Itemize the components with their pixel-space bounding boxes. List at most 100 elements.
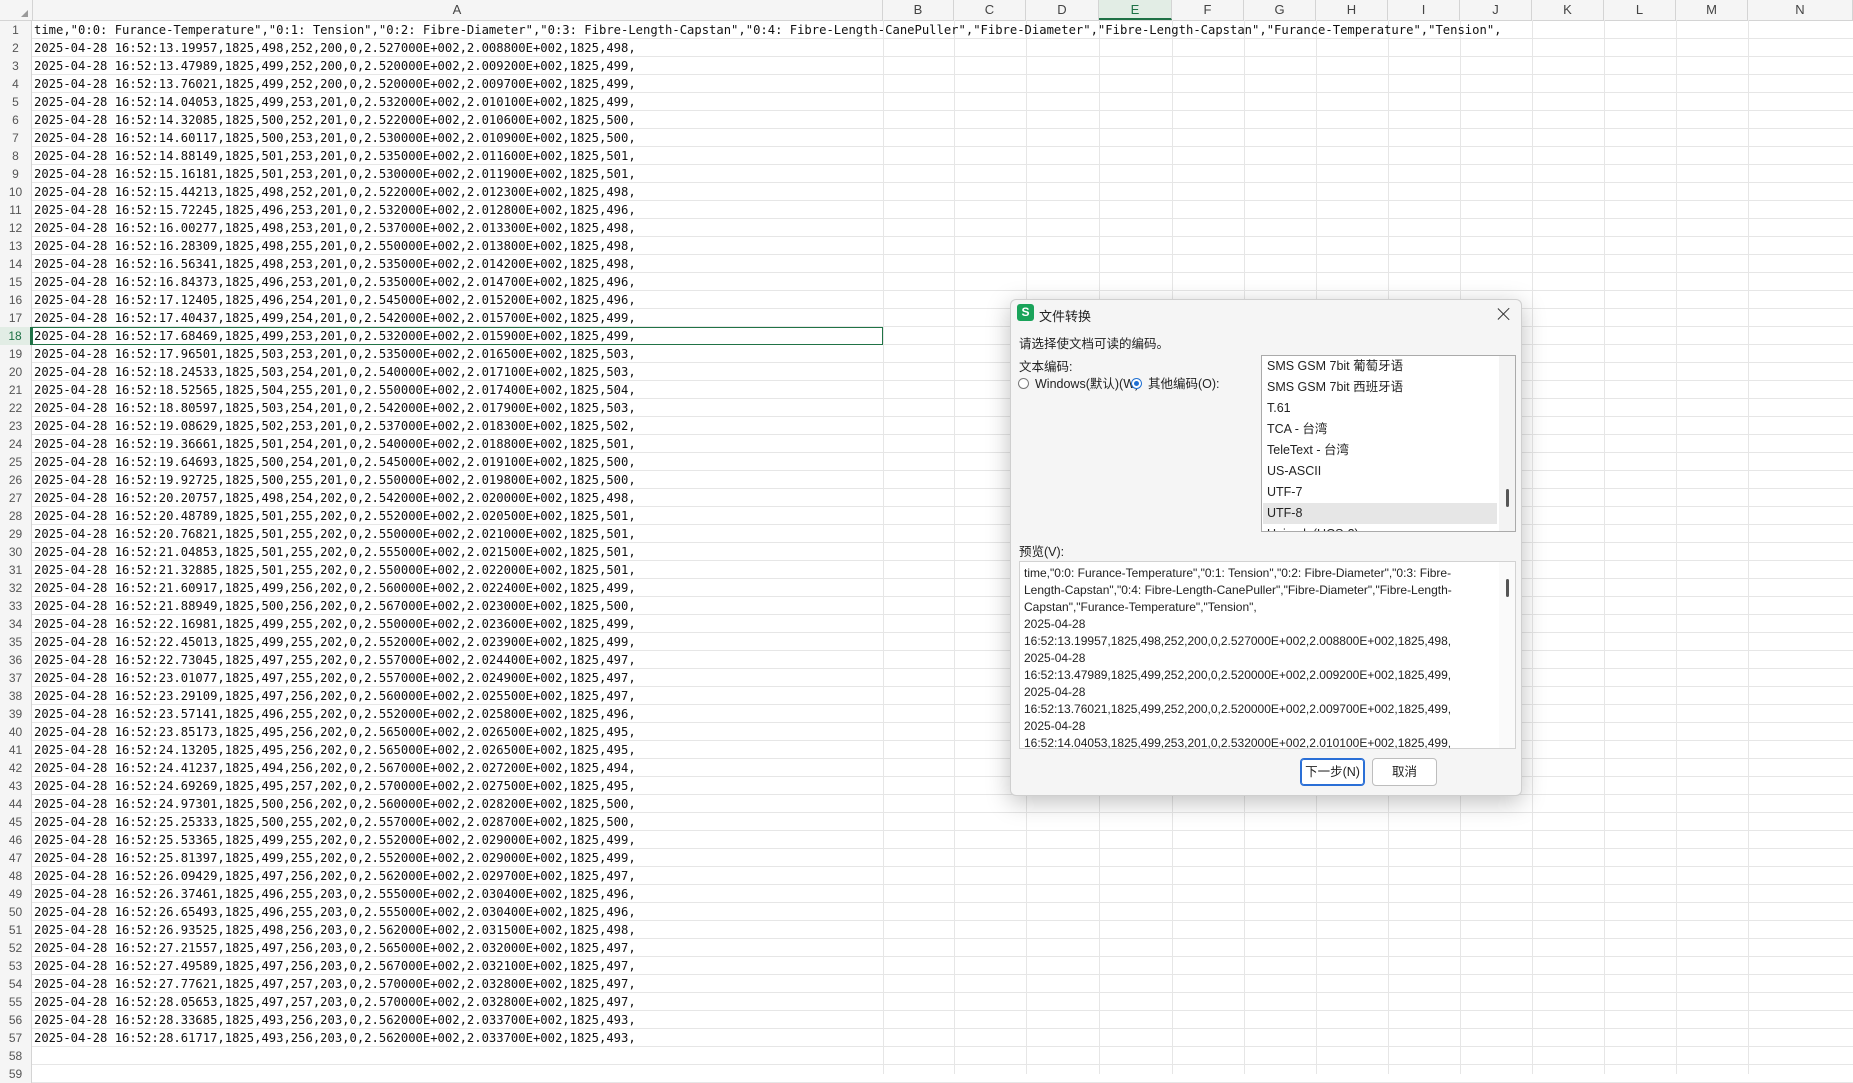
row-header[interactable]: 22 [0, 399, 32, 417]
row-header[interactable]: 10 [0, 183, 32, 201]
cell-a[interactable]: 2025-04-28 16:52:22.73045,1825,497,255,2… [34, 651, 636, 669]
cell-a[interactable]: 2025-04-28 16:52:18.24533,1825,503,254,2… [34, 363, 636, 381]
row-header[interactable]: 58 [0, 1047, 32, 1065]
row-header[interactable]: 55 [0, 993, 32, 1011]
cell-a[interactable]: 2025-04-28 16:52:28.61717,1825,493,256,2… [34, 1029, 636, 1047]
row-header[interactable]: 21 [0, 381, 32, 399]
cell-a[interactable]: 2025-04-28 16:52:16.00277,1825,498,253,2… [34, 219, 636, 237]
row-header[interactable]: 23 [0, 417, 32, 435]
row-header[interactable]: 12 [0, 219, 32, 237]
cell-a[interactable]: time,"0:0: Furance-Temperature","0:1: Te… [34, 21, 1502, 39]
row-header[interactable]: 40 [0, 723, 32, 741]
row-header[interactable]: 43 [0, 777, 32, 795]
row-header[interactable]: 36 [0, 651, 32, 669]
row-header[interactable]: 37 [0, 669, 32, 687]
cell-a[interactable]: 2025-04-28 16:52:27.21557,1825,497,256,2… [34, 939, 636, 957]
cell-a[interactable]: 2025-04-28 16:52:27.77621,1825,497,257,2… [34, 975, 636, 993]
row-header[interactable]: 15 [0, 273, 32, 291]
row-header[interactable]: 57 [0, 1029, 32, 1047]
cell-a[interactable]: 2025-04-28 16:52:14.32085,1825,500,252,2… [34, 111, 636, 129]
column-header-a[interactable]: A [32, 0, 883, 20]
row-header[interactable]: 49 [0, 885, 32, 903]
encoding-list-item[interactable]: UTF-7 [1263, 482, 1497, 503]
cell-a[interactable]: 2025-04-28 16:52:23.85173,1825,495,256,2… [34, 723, 636, 741]
row-header[interactable]: 6 [0, 111, 32, 129]
encoding-list[interactable]: SMS GSM 7bit 葡萄牙语 SMS GSM 7bit 西班牙语 T.61 TC… [1261, 355, 1516, 532]
row-header[interactable]: 28 [0, 507, 32, 525]
cell-a[interactable]: 2025-04-28 16:52:14.88149,1825,501,253,2… [34, 147, 636, 165]
row-header[interactable]: 26 [0, 471, 32, 489]
cell-a[interactable]: 2025-04-28 16:52:15.44213,1825,498,252,2… [34, 183, 636, 201]
cell-a[interactable]: 2025-04-28 16:52:21.04853,1825,501,255,2… [34, 543, 636, 561]
cancel-button[interactable]: 取消 [1372, 758, 1437, 786]
column-header-d[interactable]: D [1026, 0, 1099, 20]
encoding-list-item[interactable]: TCA - 台湾 [1263, 419, 1497, 440]
cell-a[interactable]: 2025-04-28 16:52:20.76821,1825,501,255,2… [34, 525, 636, 543]
encoding-list-item[interactable]: SMS GSM 7bit 西班牙语 [1263, 377, 1497, 398]
row-header[interactable]: 39 [0, 705, 32, 723]
cell-a[interactable]: 2025-04-28 16:52:24.69269,1825,495,257,2… [34, 777, 636, 795]
cell-a[interactable]: 2025-04-28 16:52:23.29109,1825,497,256,2… [34, 687, 636, 705]
encoding-list-scrollbar[interactable] [1499, 356, 1515, 531]
cell-a[interactable]: 2025-04-28 16:52:13.76021,1825,499,252,2… [34, 75, 636, 93]
radio-other-circle[interactable] [1131, 378, 1142, 389]
column-header-n[interactable]: N [1748, 0, 1853, 20]
spreadsheet[interactable]: ABCDEFGHIJKLMN 1 time,"0:0: Furance-Tempe… [0, 0, 1853, 1083]
cell-a[interactable]: 2025-04-28 16:52:28.33685,1825,493,256,2… [34, 1011, 636, 1029]
cell-a[interactable]: 2025-04-28 16:52:17.12405,1825,496,254,2… [34, 291, 636, 309]
column-header-l[interactable]: L [1604, 0, 1676, 20]
cell-a[interactable]: 2025-04-28 16:52:23.01077,1825,497,255,2… [34, 669, 636, 687]
row-header[interactable]: 3 [0, 57, 32, 75]
cell-a[interactable]: 2025-04-28 16:52:22.45013,1825,499,255,2… [34, 633, 636, 651]
cell-a[interactable]: 2025-04-28 16:52:20.20757,1825,498,254,2… [34, 489, 636, 507]
column-header-g[interactable]: G [1244, 0, 1316, 20]
row-header[interactable]: 2 [0, 39, 32, 57]
cell-a[interactable]: 2025-04-28 16:52:21.60917,1825,499,256,2… [34, 579, 636, 597]
cell-a[interactable]: 2025-04-28 16:52:19.08629,1825,502,253,2… [34, 417, 636, 435]
cell-a[interactable]: 2025-04-28 16:52:17.96501,1825,503,253,2… [34, 345, 636, 363]
cell-a[interactable]: 2025-04-28 16:52:19.64693,1825,500,254,2… [34, 453, 636, 471]
cell-a[interactable]: 2025-04-28 16:52:13.47989,1825,499,252,2… [34, 57, 636, 75]
cell-a[interactable]: 2025-04-28 16:52:18.80597,1825,503,254,2… [34, 399, 636, 417]
row-header[interactable]: 1 [0, 21, 32, 39]
column-header-k[interactable]: K [1532, 0, 1604, 20]
column-header-c[interactable]: C [954, 0, 1026, 20]
row-header[interactable]: 33 [0, 597, 32, 615]
column-header-m[interactable]: M [1676, 0, 1748, 20]
cell-a[interactable]: 2025-04-28 16:52:28.05653,1825,497,257,2… [34, 993, 636, 1011]
column-header-b[interactable]: B [883, 0, 954, 20]
cell-a[interactable]: 2025-04-28 16:52:16.84373,1825,496,253,2… [34, 273, 636, 291]
row-header[interactable]: 30 [0, 543, 32, 561]
next-button[interactable]: 下一步(N) [1300, 758, 1365, 786]
row-header[interactable]: 59 [0, 1065, 32, 1083]
preview-box[interactable]: time,"0:0: Furance-Temperature","0:1: Te… [1019, 561, 1516, 749]
cell-a[interactable]: 2025-04-28 16:52:18.52565,1825,504,255,2… [34, 381, 636, 399]
row-header[interactable]: 25 [0, 453, 32, 471]
row-header[interactable]: 8 [0, 147, 32, 165]
row-header[interactable]: 18 [0, 327, 32, 345]
cell-a[interactable]: 2025-04-28 16:52:24.13205,1825,495,256,2… [34, 741, 636, 759]
column-header-e[interactable]: E [1099, 0, 1172, 20]
cell-a[interactable]: 2025-04-28 16:52:16.28309,1825,498,255,2… [34, 237, 636, 255]
cell-a[interactable]: 2025-04-28 16:52:21.32885,1825,501,255,2… [34, 561, 636, 579]
row-header[interactable]: 5 [0, 93, 32, 111]
row-header[interactable]: 31 [0, 561, 32, 579]
row-header[interactable]: 29 [0, 525, 32, 543]
row-header[interactable]: 47 [0, 849, 32, 867]
row-header[interactable]: 4 [0, 75, 32, 93]
cell-a[interactable]: 2025-04-28 16:52:26.09429,1825,497,256,2… [34, 867, 636, 885]
encoding-list-item[interactable]: UTF-8 [1263, 503, 1497, 524]
radio-windows-circle[interactable] [1018, 378, 1029, 389]
row-header[interactable]: 14 [0, 255, 32, 273]
encoding-list-item[interactable]: SMS GSM 7bit 葡萄牙语 [1263, 356, 1497, 377]
row-header[interactable]: 56 [0, 1011, 32, 1029]
row-header[interactable]: 16 [0, 291, 32, 309]
cell-a[interactable]: 2025-04-28 16:52:21.88949,1825,500,256,2… [34, 597, 636, 615]
row-header[interactable]: 42 [0, 759, 32, 777]
column-header-i[interactable]: I [1388, 0, 1460, 20]
cell-a[interactable]: 2025-04-28 16:52:26.93525,1825,498,256,2… [34, 921, 636, 939]
cell-a[interactable]: 2025-04-28 16:52:14.04053,1825,499,253,2… [34, 93, 636, 111]
row-header[interactable]: 19 [0, 345, 32, 363]
cell-a[interactable]: 2025-04-28 16:52:14.60117,1825,500,253,2… [34, 129, 636, 147]
row-header[interactable]: 44 [0, 795, 32, 813]
